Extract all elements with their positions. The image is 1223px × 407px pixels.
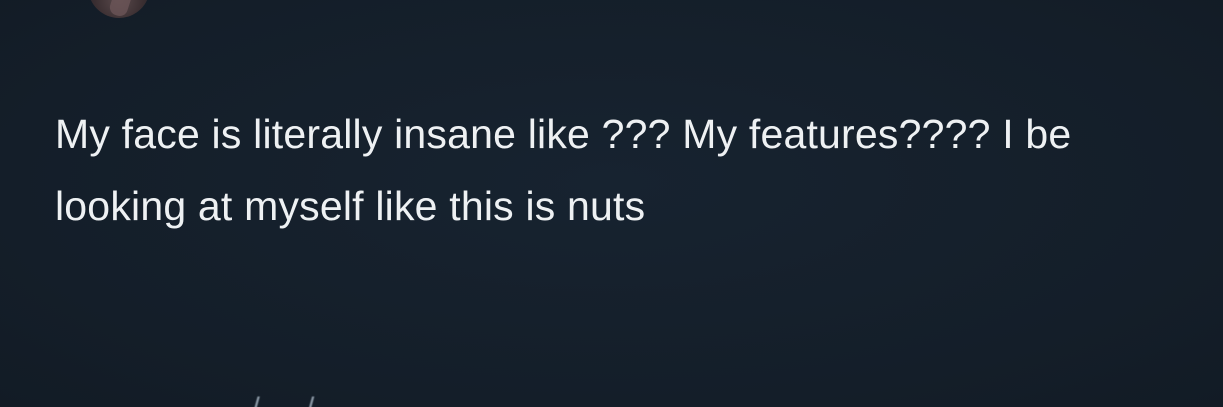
tweet-metadata: ▁▁▁ ▁▁ · ▁▁/▁▁/▁▁ ▁▁▁▁ ▁▁▁▁▁▁ ▁▁▁▁ ▁▁▁▁: [55, 394, 955, 407]
avatar[interactable]: [88, 0, 150, 18]
avatar-detail: [107, 0, 135, 18]
tweet-screenshot: My face is literally insane like ??? My …: [0, 0, 1223, 407]
source-cropped: ▁▁▁▁ ▁▁▁▁▁▁: [391, 392, 630, 407]
views-cropped: ▁▁▁▁ ▁▁▁▁: [660, 392, 853, 407]
tweet-text: My face is literally insane like ??? My …: [55, 111, 1072, 229]
timestamp-cropped: ▁▁▁ ▁▁ · ▁▁/▁▁/▁▁: [55, 392, 360, 407]
